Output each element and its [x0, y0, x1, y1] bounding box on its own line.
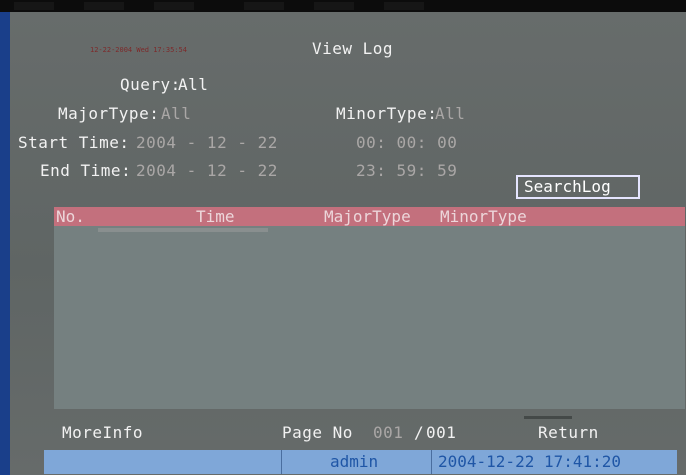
status-segment-user: admin [281, 450, 431, 474]
list-ghost-row [98, 228, 268, 232]
status-user: admin [330, 452, 379, 471]
log-list-header: No. Time MajorType MinorType [54, 207, 685, 226]
status-bar: admin 2004-12-22 17:41:20 [44, 450, 677, 474]
status-datetime: 2004-12-22 17:41:20 [438, 452, 622, 471]
end-time-field[interactable]: 23: 59: 59 [356, 162, 457, 180]
page-title: View Log [312, 39, 394, 58]
status-segment-empty [44, 450, 281, 474]
list-scroll-mark [524, 416, 572, 419]
return-button[interactable]: Return [538, 424, 599, 442]
overscan-block [154, 2, 194, 10]
overscan-block [84, 2, 124, 10]
query-value[interactable]: All [178, 76, 208, 94]
header-timestamp: 12-22-2004 Wed 17:35:54 [90, 46, 187, 54]
minor-type-value[interactable]: All [435, 105, 465, 123]
page-no-label: Page No [282, 423, 353, 442]
column-header-no: No. [56, 207, 85, 226]
column-header-minor-type: MinorType [440, 207, 527, 226]
overscan-block [384, 2, 424, 10]
log-list[interactable]: No. Time MajorType MinorType [54, 207, 685, 409]
overscan-block [314, 2, 354, 10]
end-time-label: End Time: [40, 161, 132, 180]
dvr-screen: 12-22-2004 Wed 17:35:54 View Log Query: … [0, 0, 686, 475]
end-date-field[interactable]: 2004 - 12 - 22 [136, 162, 278, 180]
start-time-label: Start Time: [18, 133, 130, 152]
start-time-field[interactable]: 00: 00: 00 [356, 134, 457, 152]
column-header-time: Time [196, 207, 235, 226]
column-header-major-type: MajorType [324, 207, 411, 226]
start-date-field[interactable]: 2004 - 12 - 22 [136, 134, 278, 152]
major-type-label: MajorType: [58, 104, 160, 123]
query-label: Query: [120, 75, 181, 94]
status-segment-clock: 2004-12-22 17:41:20 [431, 450, 677, 474]
page-current-field[interactable]: 001 [373, 424, 403, 442]
overscan-block [14, 2, 54, 10]
left-edge [0, 12, 10, 475]
minor-type-label: MinorType: [336, 104, 438, 123]
view-log-panel: 12-22-2004 Wed 17:35:54 View Log Query: … [10, 12, 686, 475]
major-type-value[interactable]: All [161, 105, 191, 123]
search-log-button[interactable]: SearchLog [516, 175, 640, 199]
page-separator: / [414, 423, 425, 442]
overscan-block [244, 2, 284, 10]
page-total: 001 [426, 423, 457, 442]
more-info-button[interactable]: MoreInfo [62, 424, 143, 442]
